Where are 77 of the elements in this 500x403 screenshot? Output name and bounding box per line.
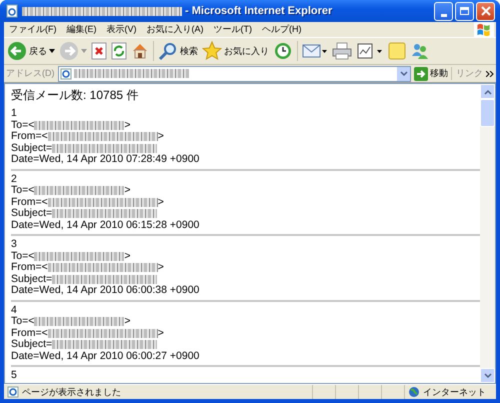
mail-count-text: 受信メール数: 10785 件	[11, 88, 140, 102]
field-label: To=<	[11, 316, 34, 328]
field-label: From=<	[11, 328, 48, 339]
maximize-button[interactable]	[455, 2, 474, 20]
arrow-icon	[414, 66, 428, 80]
address-label: アドレス(D)	[6, 67, 54, 80]
address-field[interactable]	[58, 66, 411, 82]
button-label: 検索	[180, 44, 198, 58]
bracket-text: >	[124, 185, 130, 196]
email-number: 5	[11, 370, 18, 382]
email-number: 4	[11, 304, 18, 316]
date-text: Date=Wed, 14 Apr 2010 06:00:27 +0900	[11, 350, 200, 362]
bracket-text: >	[158, 131, 164, 142]
document-icon	[356, 42, 384, 60]
window-title: - Microsoft Internet Explorer	[185, 5, 332, 17]
email-number: 3	[11, 239, 18, 250]
email-number: 1	[11, 108, 18, 120]
bracket-text: >	[124, 250, 130, 262]
printer-icon	[332, 42, 352, 60]
menu-item[interactable]: ツール(T)	[208, 23, 257, 36]
search-button[interactable]: 検索	[158, 40, 198, 62]
close-icon	[480, 6, 490, 16]
minimize-button[interactable]	[434, 2, 453, 20]
bracket-text: >	[158, 196, 164, 208]
go-button[interactable]: 移動	[414, 66, 448, 80]
field-label: Subject=	[11, 142, 52, 154]
star-icon	[202, 41, 222, 61]
menu-item[interactable]: 表示(V)	[102, 23, 142, 36]
globe-icon	[408, 386, 420, 398]
history-button[interactable]	[273, 40, 293, 62]
refresh-icon	[111, 42, 127, 60]
field-label: Subject=	[11, 274, 52, 284]
people-icon	[410, 41, 430, 61]
house-icon	[131, 42, 149, 60]
close-button[interactable]	[476, 2, 495, 20]
email-number: 2	[11, 174, 18, 185]
clock-icon	[273, 41, 293, 61]
menu-item[interactable]: ヘルプ(H)	[257, 23, 306, 36]
status-text: ページが表示されました	[22, 386, 121, 398]
field-label: From=<	[11, 196, 48, 208]
field-label: To=<	[11, 185, 34, 196]
field-label: To=<	[11, 250, 34, 262]
date-text: Date=Wed, 14 Apr 2010 06:15:28 +0900	[11, 220, 200, 231]
stop-button[interactable]	[91, 40, 107, 62]
caret-icon	[49, 49, 55, 53]
bracket-text: >	[158, 328, 164, 339]
dropdown-button[interactable]	[397, 66, 410, 80]
scrollbar-thumb[interactable]	[480, 99, 495, 127]
search-icon	[158, 41, 178, 61]
zone-text: インターネット	[423, 386, 486, 398]
bracket-text: >	[124, 120, 130, 131]
scrollbar[interactable]	[480, 84, 495, 383]
field-label: To=<	[11, 120, 34, 131]
refresh-button[interactable]	[111, 40, 127, 62]
field-label: From=<	[11, 262, 48, 274]
sticky-note-icon	[388, 42, 406, 60]
stop-icon	[91, 42, 107, 60]
back-button[interactable]: 戻る	[7, 40, 55, 62]
page-icon	[5, 4, 19, 18]
page-icon	[60, 68, 72, 80]
bracket-text: >	[124, 316, 130, 328]
favorites-button[interactable]: お気に入り	[202, 40, 269, 62]
date-text: Date=Wed, 14 Apr 2010 07:28:49 +0900	[11, 154, 200, 166]
print-button[interactable]	[332, 40, 352, 62]
field-label: Subject=	[11, 208, 52, 220]
bracket-text: >	[158, 262, 164, 274]
caret-icon	[81, 49, 87, 53]
menu-item[interactable]: ファイル(F)	[4, 23, 62, 36]
field-label: Subject=	[11, 339, 52, 350]
menu-item[interactable]: お気に入り(A)	[142, 23, 208, 36]
menu-item[interactable]: 編集(E)	[62, 23, 102, 36]
caret-icon	[400, 70, 408, 76]
envelope-icon	[302, 42, 328, 60]
field-label: From=<	[11, 131, 48, 142]
chevron-icon	[486, 70, 494, 76]
button-label: お気に入り	[224, 44, 269, 58]
date-text: Date=Wed, 14 Apr 2010 06:00:38 +0900	[11, 285, 200, 296]
